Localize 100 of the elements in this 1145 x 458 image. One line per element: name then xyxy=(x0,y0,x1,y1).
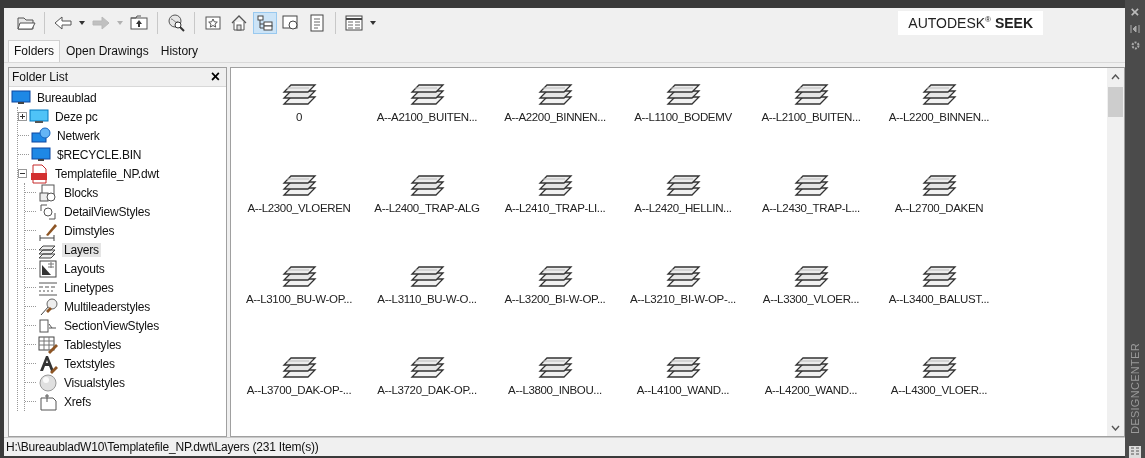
tree-item[interactable]: DetailViewStyles xyxy=(62,204,152,219)
layer-item[interactable]: A--L3210_BI-W-OP-... xyxy=(619,258,747,305)
item-label: A--L3300_VLOER... xyxy=(762,293,860,305)
item-label: A--L4300_VLOER... xyxy=(890,384,988,396)
layout-icon xyxy=(38,258,58,279)
back-arrow-icon xyxy=(53,13,73,33)
layer-item[interactable]: 0 xyxy=(235,76,363,123)
star-folder-icon xyxy=(203,13,223,33)
tree-item[interactable]: Dimstyles xyxy=(62,223,117,238)
caret-icon xyxy=(78,21,86,25)
tab[interactable]: History xyxy=(154,40,205,62)
item-label: A--L3700_DAK-OP-... xyxy=(246,384,352,396)
tree-item[interactable]: Deze pc xyxy=(53,109,100,124)
close-button[interactable]: × xyxy=(1130,6,1140,18)
panel-title: Folder List xyxy=(12,70,69,84)
layer-item[interactable]: A--L4100_WAND... xyxy=(619,349,747,396)
item-label: A--L3800_INBOU... xyxy=(508,384,602,396)
table-icon xyxy=(38,334,58,355)
blocks-icon xyxy=(38,182,58,203)
tree-item[interactable]: Layers xyxy=(62,242,101,257)
item-label: A--L2100_BUITEN... xyxy=(761,111,861,123)
tree-item[interactable]: $RECYCLE.BIN xyxy=(55,147,144,162)
layer-item[interactable]: A--L3720_DAK-OP... xyxy=(363,349,491,396)
status-path: H:\BureaubladW10\Templatefile_NP.dwt\Layers (231 Item(s)) xyxy=(6,440,319,454)
layer-item[interactable]: A--L2300_VLOEREN xyxy=(235,167,363,214)
tree-item[interactable]: Netwerk xyxy=(55,128,102,143)
tab[interactable]: Open Drawings xyxy=(60,40,155,62)
layer-item[interactable]: A--L2100_BUITEN... xyxy=(747,76,875,123)
toolbar-button[interactable] xyxy=(342,12,366,34)
layer-item[interactable]: A--L2420_HELLIN... xyxy=(619,167,747,214)
tree-item[interactable]: Textstyles xyxy=(62,356,117,371)
item-label: A--L4200_WAND... xyxy=(764,384,858,396)
close-button[interactable]: × xyxy=(210,70,220,84)
settings-icon xyxy=(1129,40,1141,51)
item-label: 0 xyxy=(295,111,302,123)
item-label: A--L2300_VLOEREN xyxy=(247,202,351,214)
layer-item[interactable]: A--L3800_INBOU... xyxy=(491,349,619,396)
list-view-icon xyxy=(344,13,364,33)
tree-view-icon xyxy=(255,13,275,33)
xref-icon xyxy=(38,391,58,412)
item-label: A--A2100_BUITEN... xyxy=(376,111,478,123)
tree-item[interactable]: Multileaderstyles xyxy=(62,299,152,314)
layer-item[interactable]: A--L3110_BU-W-O... xyxy=(363,258,491,305)
layer-item[interactable]: A--L2200_BINNEN... xyxy=(875,76,1003,123)
search-icon xyxy=(166,13,186,33)
text-style-icon xyxy=(38,353,58,374)
layer-item[interactable]: A--L1100_BODEMV xyxy=(619,76,747,123)
layer-item[interactable]: A--A2100_BUITEN... xyxy=(363,76,491,123)
tree-item[interactable]: Layouts xyxy=(62,261,107,276)
tree-item[interactable]: Templatefile_NP.dwt xyxy=(53,166,162,181)
tree-item[interactable]: Bureaublad xyxy=(35,90,99,105)
layer-item[interactable]: A--L2400_TRAP-ALG xyxy=(363,167,491,214)
layer-item[interactable]: A--L2700_DAKEN xyxy=(875,167,1003,214)
home-icon xyxy=(229,13,249,33)
scroll-up-icon xyxy=(1111,73,1120,80)
tree-item[interactable]: Linetypes xyxy=(62,280,116,295)
item-label: A--L1100_BODEMV xyxy=(634,111,732,123)
tree-item[interactable]: Blocks xyxy=(62,185,101,200)
item-label: A--L2410_TRAP-LI... xyxy=(504,202,606,214)
collapse-icon[interactable] xyxy=(18,169,27,178)
item-label: A--L2700_DAKEN xyxy=(894,202,984,214)
item-label: A--L2400_TRAP-ALG xyxy=(374,202,480,214)
item-label: A--L4100_WAND... xyxy=(636,384,730,396)
sphere-icon xyxy=(38,372,58,393)
item-label: A--L3400_BALUST... xyxy=(888,293,990,305)
auto-hide-icon xyxy=(1130,24,1140,34)
tree-item[interactable]: SectionViewStyles xyxy=(62,318,162,333)
layer-item[interactable]: A--L2410_TRAP-LI... xyxy=(491,167,619,214)
scroll-thumb[interactable] xyxy=(1108,87,1123,117)
item-label: A--L2420_HELLIN... xyxy=(634,202,732,214)
item-label: A--A2200_BINNEN... xyxy=(504,111,606,123)
layer-item[interactable]: A--L3100_BU-W-OP... xyxy=(235,258,363,305)
brand-logo[interactable]: AUTODESK$^{®}$ SEEK xyxy=(898,11,1043,35)
expand-icon[interactable] xyxy=(18,112,27,121)
tree-item[interactable]: Visualstyles xyxy=(62,375,127,390)
preview-icon xyxy=(281,13,301,33)
layer-item[interactable]: A--L3200_BI-W-OP... xyxy=(491,258,619,305)
layer-item[interactable]: A--A2200_BINNEN... xyxy=(491,76,619,123)
drawing-file-icon xyxy=(29,163,49,184)
document-icon xyxy=(307,13,327,33)
item-label: A--L2200_BINNEN... xyxy=(888,111,990,123)
caret-icon xyxy=(369,21,377,25)
scroll-down-icon xyxy=(1111,424,1120,431)
layer-item[interactable]: A--L4300_VLOER... xyxy=(875,349,1003,396)
layer-item[interactable]: A--L3700_DAK-OP-... xyxy=(235,349,363,396)
network-icon xyxy=(31,125,51,146)
tree-item[interactable]: Xrefs xyxy=(62,394,93,409)
item-label: A--L3200_BI-W-OP... xyxy=(504,293,606,305)
layer-item[interactable]: A--L3400_BALUST... xyxy=(875,258,1003,305)
caret-icon xyxy=(116,21,124,25)
leader-icon xyxy=(38,296,58,317)
item-label: A--L3210_BI-W-OP-... xyxy=(630,293,736,305)
layer-item[interactable]: A--L2430_TRAP-L... xyxy=(747,167,875,214)
layer-item[interactable]: A--L4200_WAND... xyxy=(747,349,875,396)
scrollbar[interactable] xyxy=(1107,68,1124,436)
detail-view-icon xyxy=(38,201,58,222)
palette-title: DESIGNCENTER xyxy=(1129,343,1141,434)
tree-item[interactable]: Tablestyles xyxy=(62,337,124,352)
layer-item[interactable]: A--L3300_VLOER... xyxy=(747,258,875,305)
tab[interactable]: Folders xyxy=(8,40,60,62)
